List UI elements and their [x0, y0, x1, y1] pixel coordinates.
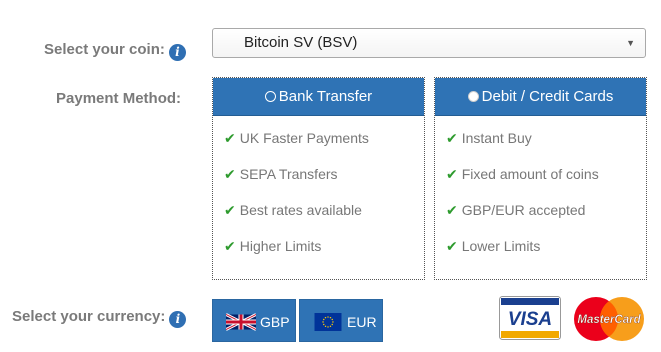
currency-label-text: Select your currency: [12, 308, 166, 325]
mastercard-text: MasterCard [577, 314, 641, 326]
checkmark-icon: ✔ [446, 238, 458, 254]
coin-label-text: Select your coin: [44, 41, 165, 58]
visa-logo-icon: VISA [499, 296, 561, 340]
feature-item: ✔ Best rates available [224, 202, 362, 219]
radio-selected-icon[interactable] [264, 91, 276, 102]
bank-transfer-title: Bank Transfer [278, 88, 373, 105]
payment-option-bank-transfer[interactable]: Bank Transfer ✔ UK Faster Payments ✔ SEPA … [212, 77, 425, 280]
checkmark-icon: ✔ [224, 202, 236, 218]
feature-item: ✔ SEPA Transfers [224, 166, 338, 183]
feature-item: ✔ UK Faster Payments [224, 130, 369, 147]
uk-flag-icon [226, 313, 256, 331]
feature-text: Lower Limits [461, 238, 541, 254]
feature-text: GBP/EUR accepted [461, 202, 586, 218]
feature-text: Higher Limits [239, 238, 322, 254]
checkmark-icon: ✔ [446, 130, 458, 146]
radio-unselected-icon[interactable] [467, 91, 479, 102]
coin-select[interactable]: Bitcoin SV (BSV) ▼ [212, 28, 646, 58]
caret-down-icon: ▼ [626, 38, 635, 48]
feature-text: SEPA Transfers [239, 166, 338, 182]
checkmark-icon: ✔ [224, 130, 236, 146]
feature-item: ✔ Fixed amount of coins [446, 166, 599, 183]
currency-eur-button[interactable]: EUR [299, 299, 383, 342]
checkmark-icon: ✔ [224, 166, 236, 182]
currency-code: GBP [260, 314, 290, 330]
currency-label: Select your currency: i [12, 308, 187, 328]
info-icon[interactable]: i [169, 311, 187, 328]
feature-text: Fixed amount of coins [461, 166, 599, 182]
cards-header[interactable]: Debit / Credit Cards [435, 78, 646, 116]
info-icon[interactable]: i [168, 44, 186, 61]
coin-select-value: Bitcoin SV (BSV) [244, 34, 358, 51]
feature-item: ✔ GBP/EUR accepted [446, 202, 585, 219]
mastercard-logo-icon: MasterCard [574, 297, 644, 341]
checkmark-icon: ✔ [224, 238, 236, 254]
checkmark-icon: ✔ [446, 166, 458, 182]
eu-flag-icon [314, 313, 342, 331]
feature-item: ✔ Instant Buy [446, 130, 532, 147]
feature-text: UK Faster Payments [239, 130, 369, 146]
feature-item: ✔ Higher Limits [224, 238, 321, 255]
currency-gbp-button[interactable]: GBP [212, 299, 296, 342]
feature-text: Best rates available [239, 202, 362, 218]
feature-item: ✔ Lower Limits [446, 238, 540, 255]
visa-text: VISA [508, 309, 552, 330]
checkmark-icon: ✔ [446, 202, 458, 218]
bank-transfer-header[interactable]: Bank Transfer [213, 78, 424, 116]
currency-code: EUR [347, 314, 377, 330]
coin-label: Select your coin: i [44, 41, 186, 61]
payment-option-cards[interactable]: Debit / Credit Cards ✔ Instant Buy ✔ Fixed… [434, 77, 647, 280]
cards-title: Debit / Credit Cards [481, 88, 614, 105]
payment-method-label: Payment Method: [56, 90, 182, 107]
feature-text: Instant Buy [461, 130, 532, 146]
